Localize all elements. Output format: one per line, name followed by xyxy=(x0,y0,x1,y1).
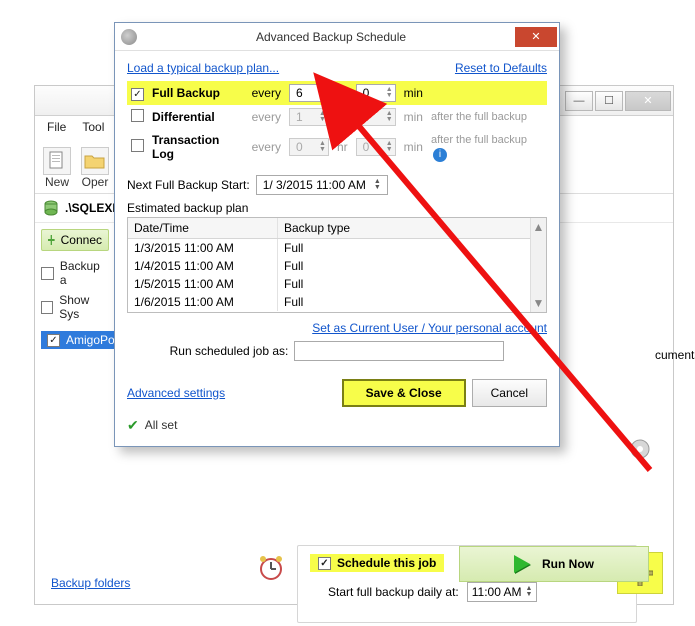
plan-cell-type: Full xyxy=(278,257,546,275)
minimize-button[interactable]: — xyxy=(565,91,593,111)
diff-label: Differential xyxy=(148,105,248,129)
every-label: every xyxy=(248,81,285,105)
play-icon xyxy=(514,555,530,573)
plan-cell-type: Full xyxy=(278,239,546,257)
plan-row[interactable]: 1/6/2015 11:00 AMFull xyxy=(128,293,546,311)
next-start-value: 1/ 3/2015 11:00 AM xyxy=(263,178,366,192)
toolbar-open-label: Oper xyxy=(82,175,109,189)
plan-cell-type: Full xyxy=(278,293,546,311)
plan-cell-datetime: 1/3/2015 11:00 AM xyxy=(128,239,278,257)
reset-defaults-link[interactable]: Reset to Defaults xyxy=(455,61,547,75)
info-icon[interactable]: i xyxy=(433,148,447,162)
toolbar-open[interactable]: Oper xyxy=(81,147,109,189)
set-current-user-link[interactable]: Set as Current User / Your personal acco… xyxy=(127,321,547,335)
plan-list: Date/Time Backup type 1/3/2015 11:00 AMF… xyxy=(127,217,547,313)
settings-gear-icon[interactable] xyxy=(627,436,653,462)
plan-label: Estimated backup plan xyxy=(127,201,547,215)
plan-cell-datetime: 1/5/2015 11:00 AM xyxy=(128,275,278,293)
toolbar-new-label: New xyxy=(45,175,69,189)
connect-label: Connec xyxy=(61,233,102,247)
cancel-button[interactable]: Cancel xyxy=(472,379,547,407)
run-as-input[interactable] xyxy=(294,341,504,361)
differential-row: Differential every 1▲▼ 0▲▼ min after the… xyxy=(127,105,547,129)
every-label: every xyxy=(248,105,285,129)
run-now-label: Run Now xyxy=(542,557,594,571)
diff-min-input: 0▲▼ xyxy=(356,108,396,126)
dialog-titlebar: Advanced Backup Schedule ✕ xyxy=(115,23,559,51)
database-icon xyxy=(43,200,59,216)
save-close-button[interactable]: Save & Close xyxy=(342,379,466,407)
backup-all-label: Backup a xyxy=(60,259,109,287)
plus-icon xyxy=(48,235,55,245)
full-backup-checkbox[interactable]: ✓ xyxy=(131,88,144,101)
next-start-field[interactable]: 1/ 3/2015 11:00 AM ▲▼ xyxy=(256,175,388,195)
backup-all-checkbox[interactable]: Backup a xyxy=(41,259,109,287)
run-now-button[interactable]: Run Now xyxy=(459,546,649,582)
hr-unit: hr xyxy=(333,129,352,165)
diff-hr-input: 1▲▼ xyxy=(289,108,329,126)
db-item-label: AmigoPos xyxy=(66,333,121,347)
plan-header-datetime[interactable]: Date/Time xyxy=(128,218,278,238)
connect-button[interactable]: Connec xyxy=(41,229,109,251)
plan-cell-datetime: 1/6/2015 11:00 AM xyxy=(128,293,278,311)
folder-icon xyxy=(81,147,109,175)
toolbar-new[interactable]: New xyxy=(43,147,71,189)
full-backup-label: Full Backup xyxy=(148,81,248,105)
every-label: every xyxy=(248,129,285,165)
min-unit: min xyxy=(400,81,427,105)
schedule-job-checkbox[interactable]: ✓Schedule this job xyxy=(310,554,444,572)
backup-folders-link[interactable]: Backup folders xyxy=(51,576,130,590)
plan-header-type[interactable]: Backup type xyxy=(278,218,546,238)
dialog-close-button[interactable]: ✕ xyxy=(515,27,557,47)
close-button[interactable]: ✕ xyxy=(625,91,671,111)
tlog-min-input: 0▲▼ xyxy=(356,138,396,156)
diff-note: after the full backup xyxy=(427,105,547,129)
show-sys-checkbox[interactable]: Show Sys xyxy=(41,293,109,321)
left-pane: Connec Backup a Show Sys ✓AmigoPos xyxy=(35,223,115,355)
plan-row[interactable]: 1/3/2015 11:00 AMFull xyxy=(128,239,546,257)
plan-cell-type: Full xyxy=(278,275,546,293)
alarm-clock-icon xyxy=(256,552,286,582)
start-time-field[interactable]: 11:00 AM ▲▼ xyxy=(467,582,538,602)
check-icon: ✔ xyxy=(127,417,139,434)
next-start-label: Next Full Backup Start: xyxy=(127,178,250,192)
full-backup-row: ✓ Full Backup every 6▲▼ hr 0▲▼ min xyxy=(127,81,547,105)
advanced-schedule-dialog: Advanced Backup Schedule ✕ Load a typica… xyxy=(114,22,560,447)
plan-row[interactable]: 1/4/2015 11:00 AMFull xyxy=(128,257,546,275)
tlog-label: Transaction Log xyxy=(148,129,248,165)
hr-unit: hr xyxy=(333,81,352,105)
app-icon xyxy=(121,29,137,45)
schedule-job-label: Schedule this job xyxy=(337,556,436,570)
documents-path: cuments\ xyxy=(655,341,695,369)
tlog-note: after the full backup xyxy=(431,134,527,146)
document-icon xyxy=(43,147,71,175)
spinner-icon[interactable]: ▲▼ xyxy=(374,179,381,191)
plan-cell-datetime: 1/4/2015 11:00 AM xyxy=(128,257,278,275)
all-set-label: All set xyxy=(145,418,178,432)
diff-checkbox[interactable] xyxy=(131,109,144,122)
all-set-status: ✔ All set xyxy=(127,417,547,434)
min-unit: min xyxy=(400,129,427,165)
tlog-hr-input: 0▲▼ xyxy=(289,138,329,156)
plan-scrollbar[interactable]: ▲▼ xyxy=(530,218,546,312)
tlog-row: Transaction Log every 0▲▼ hr 0▲▼ min aft… xyxy=(127,129,547,165)
menu-file[interactable]: File xyxy=(47,120,66,134)
full-min-input[interactable]: 0▲▼ xyxy=(356,84,396,102)
schedule-table: ✓ Full Backup every 6▲▼ hr 0▲▼ min Diffe… xyxy=(127,81,547,165)
plan-row[interactable]: 1/5/2015 11:00 AMFull xyxy=(128,275,546,293)
spinner-icon[interactable]: ▲▼ xyxy=(526,586,533,598)
load-plan-link[interactable]: Load a typical backup plan... xyxy=(127,61,279,75)
documents-path-label: cuments\ xyxy=(655,348,695,362)
run-as-label: Run scheduled job as: xyxy=(170,344,289,358)
dialog-title: Advanced Backup Schedule xyxy=(147,30,515,44)
tlog-checkbox[interactable] xyxy=(131,139,144,152)
maximize-button[interactable]: ☐ xyxy=(595,91,623,111)
advanced-settings-link[interactable]: Advanced settings xyxy=(127,386,225,400)
show-sys-label: Show Sys xyxy=(59,293,109,321)
start-time-value: 11:00 AM xyxy=(472,585,522,599)
menu-tools[interactable]: Tool xyxy=(82,120,104,134)
start-backup-label: Start full backup daily at: xyxy=(328,585,459,599)
min-unit: min xyxy=(400,105,427,129)
full-hr-input[interactable]: 6▲▼ xyxy=(289,84,329,102)
